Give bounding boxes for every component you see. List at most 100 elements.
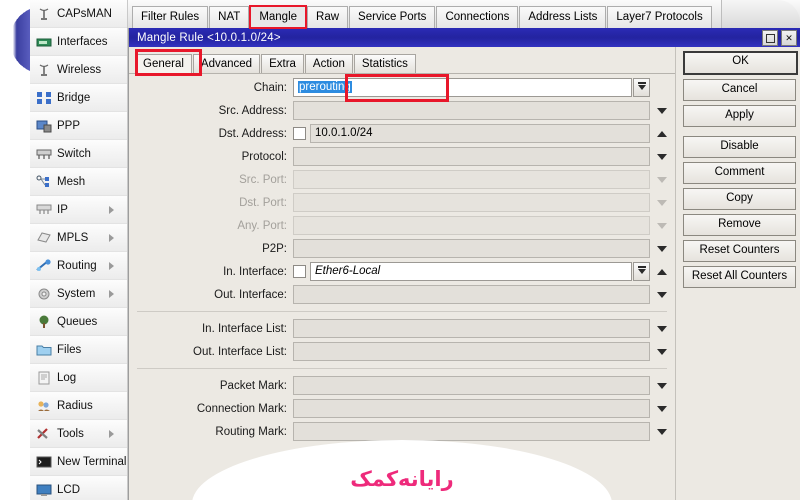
antenna-icon [34,61,54,79]
sidebar-item-lcd[interactable]: LCD [30,476,128,500]
field-input-p2p[interactable] [293,239,650,258]
button-comment[interactable]: Comment [683,162,796,184]
submenu-arrow-icon [109,429,114,438]
field-input-routing-mark[interactable] [293,422,650,441]
sidebar-item-interfaces[interactable]: Interfaces [30,28,128,56]
chevron-down-icon-out-interface-list[interactable] [654,348,669,355]
dialog-window-buttons: ✕ [762,30,797,46]
chevron-down-icon-any-port[interactable] [654,222,669,229]
field-label-protocol: Protocol: [241,150,287,163]
sidebar-item-files[interactable]: Files [30,336,128,364]
winbox-window: CAPsMAN Interfaces Wireless Bridge PPP Switch… [0,0,800,500]
field-group-divider [137,311,667,312]
chevron-down-icon-p2p[interactable] [654,245,669,252]
field-row-packet-mark: Packet Mark: [129,374,675,397]
button-copy[interactable]: Copy [683,188,796,210]
field-input-out-interface[interactable] [293,285,650,304]
submenu-arrow-icon [109,261,114,270]
sidebar-item-label: CAPsMAN [57,7,112,20]
sidebar-item-capsman[interactable]: CAPsMAN [30,0,128,28]
field-input-src-port[interactable] [293,170,650,189]
field-input-out-interface-list[interactable] [293,342,650,361]
sidebar-item-bridge[interactable]: Bridge [30,84,128,112]
tools-icon [34,425,54,443]
chevron-down-icon-connection-mark[interactable] [654,405,669,412]
sidebar-menu: CAPsMAN Interfaces Wireless Bridge PPP Switch… [30,0,128,500]
button-apply[interactable]: Apply [683,105,796,127]
tab-filter-rules[interactable]: Filter Rules [132,6,209,28]
field-row-any-port: Any. Port: [129,214,675,237]
button-cancel[interactable]: Cancel [683,79,796,101]
chevron-up-icon-in-interface[interactable] [654,268,669,275]
sidebar-item-system[interactable]: System [30,280,128,308]
monitor-icon [34,481,54,499]
button-reset-counters[interactable]: Reset Counters [683,240,796,262]
maximize-icon[interactable] [762,30,778,46]
gear-icon [34,285,54,303]
field-label-connection-mark: Connection Mark: [196,402,287,415]
routing-icon [34,257,54,275]
button-disable[interactable]: Disable [683,136,796,158]
sidebar-item-radius[interactable]: Radius [30,392,128,420]
field-row-dst-port: Dst. Port: [129,191,675,214]
button-reset-all-counters[interactable]: Reset All Counters [683,266,796,288]
firewall-tab-bar: Filter Rules NAT Mangle Raw Service Ports Con… [128,0,800,29]
field-label-chain: Chain: [253,81,287,94]
chevron-down-icon-src-address[interactable] [654,107,669,114]
tab-raw[interactable]: Raw [307,6,349,28]
field-input-src-address[interactable] [293,101,650,120]
sidebar-item-new-terminal[interactable]: New Terminal [30,448,128,476]
chevron-down-icon-routing-mark[interactable] [654,428,669,435]
tab-address-lists[interactable]: Address Lists [519,6,607,28]
sidebar-item-label: Queues [57,315,98,328]
tab-connections[interactable]: Connections [436,6,519,28]
dialog-title: Mangle Rule <10.0.1.0/24> [137,31,281,44]
chevron-down-icon-out-interface[interactable] [654,291,669,298]
button-remove[interactable]: Remove [683,214,796,236]
field-combo-button-chain[interactable] [633,78,650,97]
tab-service-ports[interactable]: Service Ports [349,6,436,28]
tab-mangle[interactable]: Mangle [249,5,308,29]
field-input-connection-mark[interactable] [293,399,650,418]
chevron-down-icon-packet-mark[interactable] [654,382,669,389]
sidebar-item-routing[interactable]: Routing [30,252,128,280]
mesh-icon [34,173,54,191]
sidebar-item-tools[interactable]: Tools [30,420,128,448]
field-input-any-port[interactable] [293,216,650,235]
field-input-protocol[interactable] [293,147,650,166]
sidebar-item-log[interactable]: Log [30,364,128,392]
field-checkbox-dst-address[interactable] [293,127,306,140]
sidebar-item-wireless[interactable]: Wireless [30,56,128,84]
tab-nat[interactable]: NAT [209,6,250,28]
sidebar-item-label: LCD [57,483,81,496]
field-input-dst-address[interactable]: 10.0.1.0/24 [310,124,650,143]
sidebar-item-mpls[interactable]: MPLS [30,224,128,252]
field-input-in-interface[interactable]: Ether6-Local [310,262,632,281]
sidebar-item-ppp[interactable]: PPP [30,112,128,140]
field-input-in-interface-list[interactable] [293,319,650,338]
sidebar-item-queues[interactable]: Queues [30,308,128,336]
close-icon[interactable]: ✕ [781,30,797,46]
field-label-packet-mark: Packet Mark: [219,379,287,392]
sidebar-item-mesh[interactable]: Mesh [30,168,128,196]
field-label-dst-port: Dst. Port: [239,196,287,209]
button-ok[interactable]: OK [683,51,798,75]
network-card-icon [34,33,54,51]
field-input-dst-port[interactable] [293,193,650,212]
field-row-out-interface: Out. Interface: [129,283,675,306]
sidebar: CAPsMAN Interfaces Wireless Bridge PPP Switch… [0,0,128,500]
general-form-fields: Chain: prerouting Src. Address: Dst. Addres… [129,70,675,500]
sidebar-item-switch[interactable]: Switch [30,140,128,168]
field-checkbox-in-interface[interactable] [293,265,306,278]
field-combo-button-in-interface[interactable] [633,262,650,281]
antenna-icon [34,5,54,23]
field-input-packet-mark[interactable] [293,376,650,395]
chevron-down-icon-src-port[interactable] [654,176,669,183]
field-input-chain[interactable]: prerouting [293,78,632,97]
sidebar-item-ip[interactable]: IP [30,196,128,224]
tab-layer7-protocols[interactable]: Layer7 Protocols [607,6,712,28]
chevron-down-icon-protocol[interactable] [654,153,669,160]
chevron-down-icon-dst-port[interactable] [654,199,669,206]
chevron-up-icon-dst-address[interactable] [654,130,669,137]
chevron-down-icon-in-interface-list[interactable] [654,325,669,332]
